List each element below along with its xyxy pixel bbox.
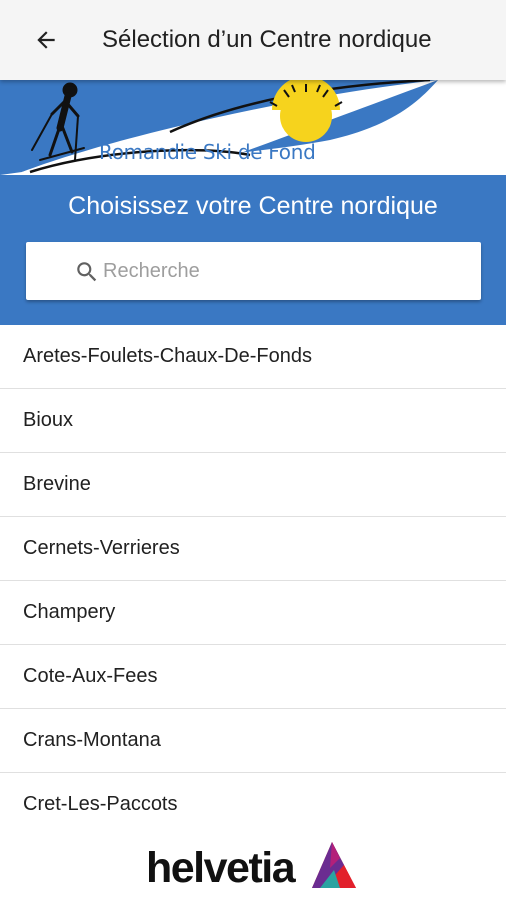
centre-label: Aretes-Foulets-Chaux-De-Fonds (23, 345, 312, 367)
search-bar[interactable] (26, 242, 481, 300)
centre-label: Champery (23, 601, 116, 623)
helvetia-logo-mark-icon (312, 842, 356, 888)
centre-list: Aretes-Foulets-Chaux-De-Fonds Bioux Brevin… (0, 325, 506, 837)
app-bar: Sélection d’un Centre nordique (0, 0, 506, 80)
arrow-back-icon (37, 31, 55, 49)
centre-label: Cote-Aux-Fees (23, 665, 158, 687)
banner-heading: Choisissez votre Centre nordique (68, 192, 438, 220)
list-item[interactable]: Champery (0, 581, 506, 645)
list-item[interactable]: Aretes-Foulets-Chaux-De-Fonds (0, 325, 506, 389)
helvetia-logo: helvetia (146, 844, 296, 892)
sponsor-footer: helvetia (0, 838, 506, 900)
centre-label: Crans-Montana (23, 729, 161, 751)
header-banner: Romandie Ski de Fond Choisissez votre Ce… (0, 80, 506, 325)
search-input[interactable] (103, 252, 463, 290)
centre-label: Brevine (23, 473, 91, 495)
back-button[interactable] (22, 18, 70, 62)
app-screen: Sélection d’un Centre nordique Romandie … (0, 0, 506, 900)
centre-label: Bioux (23, 409, 74, 431)
centre-label: Cret-Les-Paccots (23, 793, 178, 815)
list-item[interactable]: Cernets-Verrieres (0, 517, 506, 581)
page-title: Sélection d’un Centre nordique (102, 26, 432, 53)
list-item[interactable]: Bioux (0, 389, 506, 453)
list-item[interactable]: Cret-Les-Paccots (0, 773, 506, 837)
centre-label: Cernets-Verrieres (23, 537, 180, 559)
list-item[interactable]: Cote-Aux-Fees (0, 645, 506, 709)
list-item[interactable]: Crans-Montana (0, 709, 506, 773)
search-icon (77, 262, 97, 282)
list-item[interactable]: Brevine (0, 453, 506, 517)
logo-text: Romandie Ski de Fond (99, 140, 316, 164)
